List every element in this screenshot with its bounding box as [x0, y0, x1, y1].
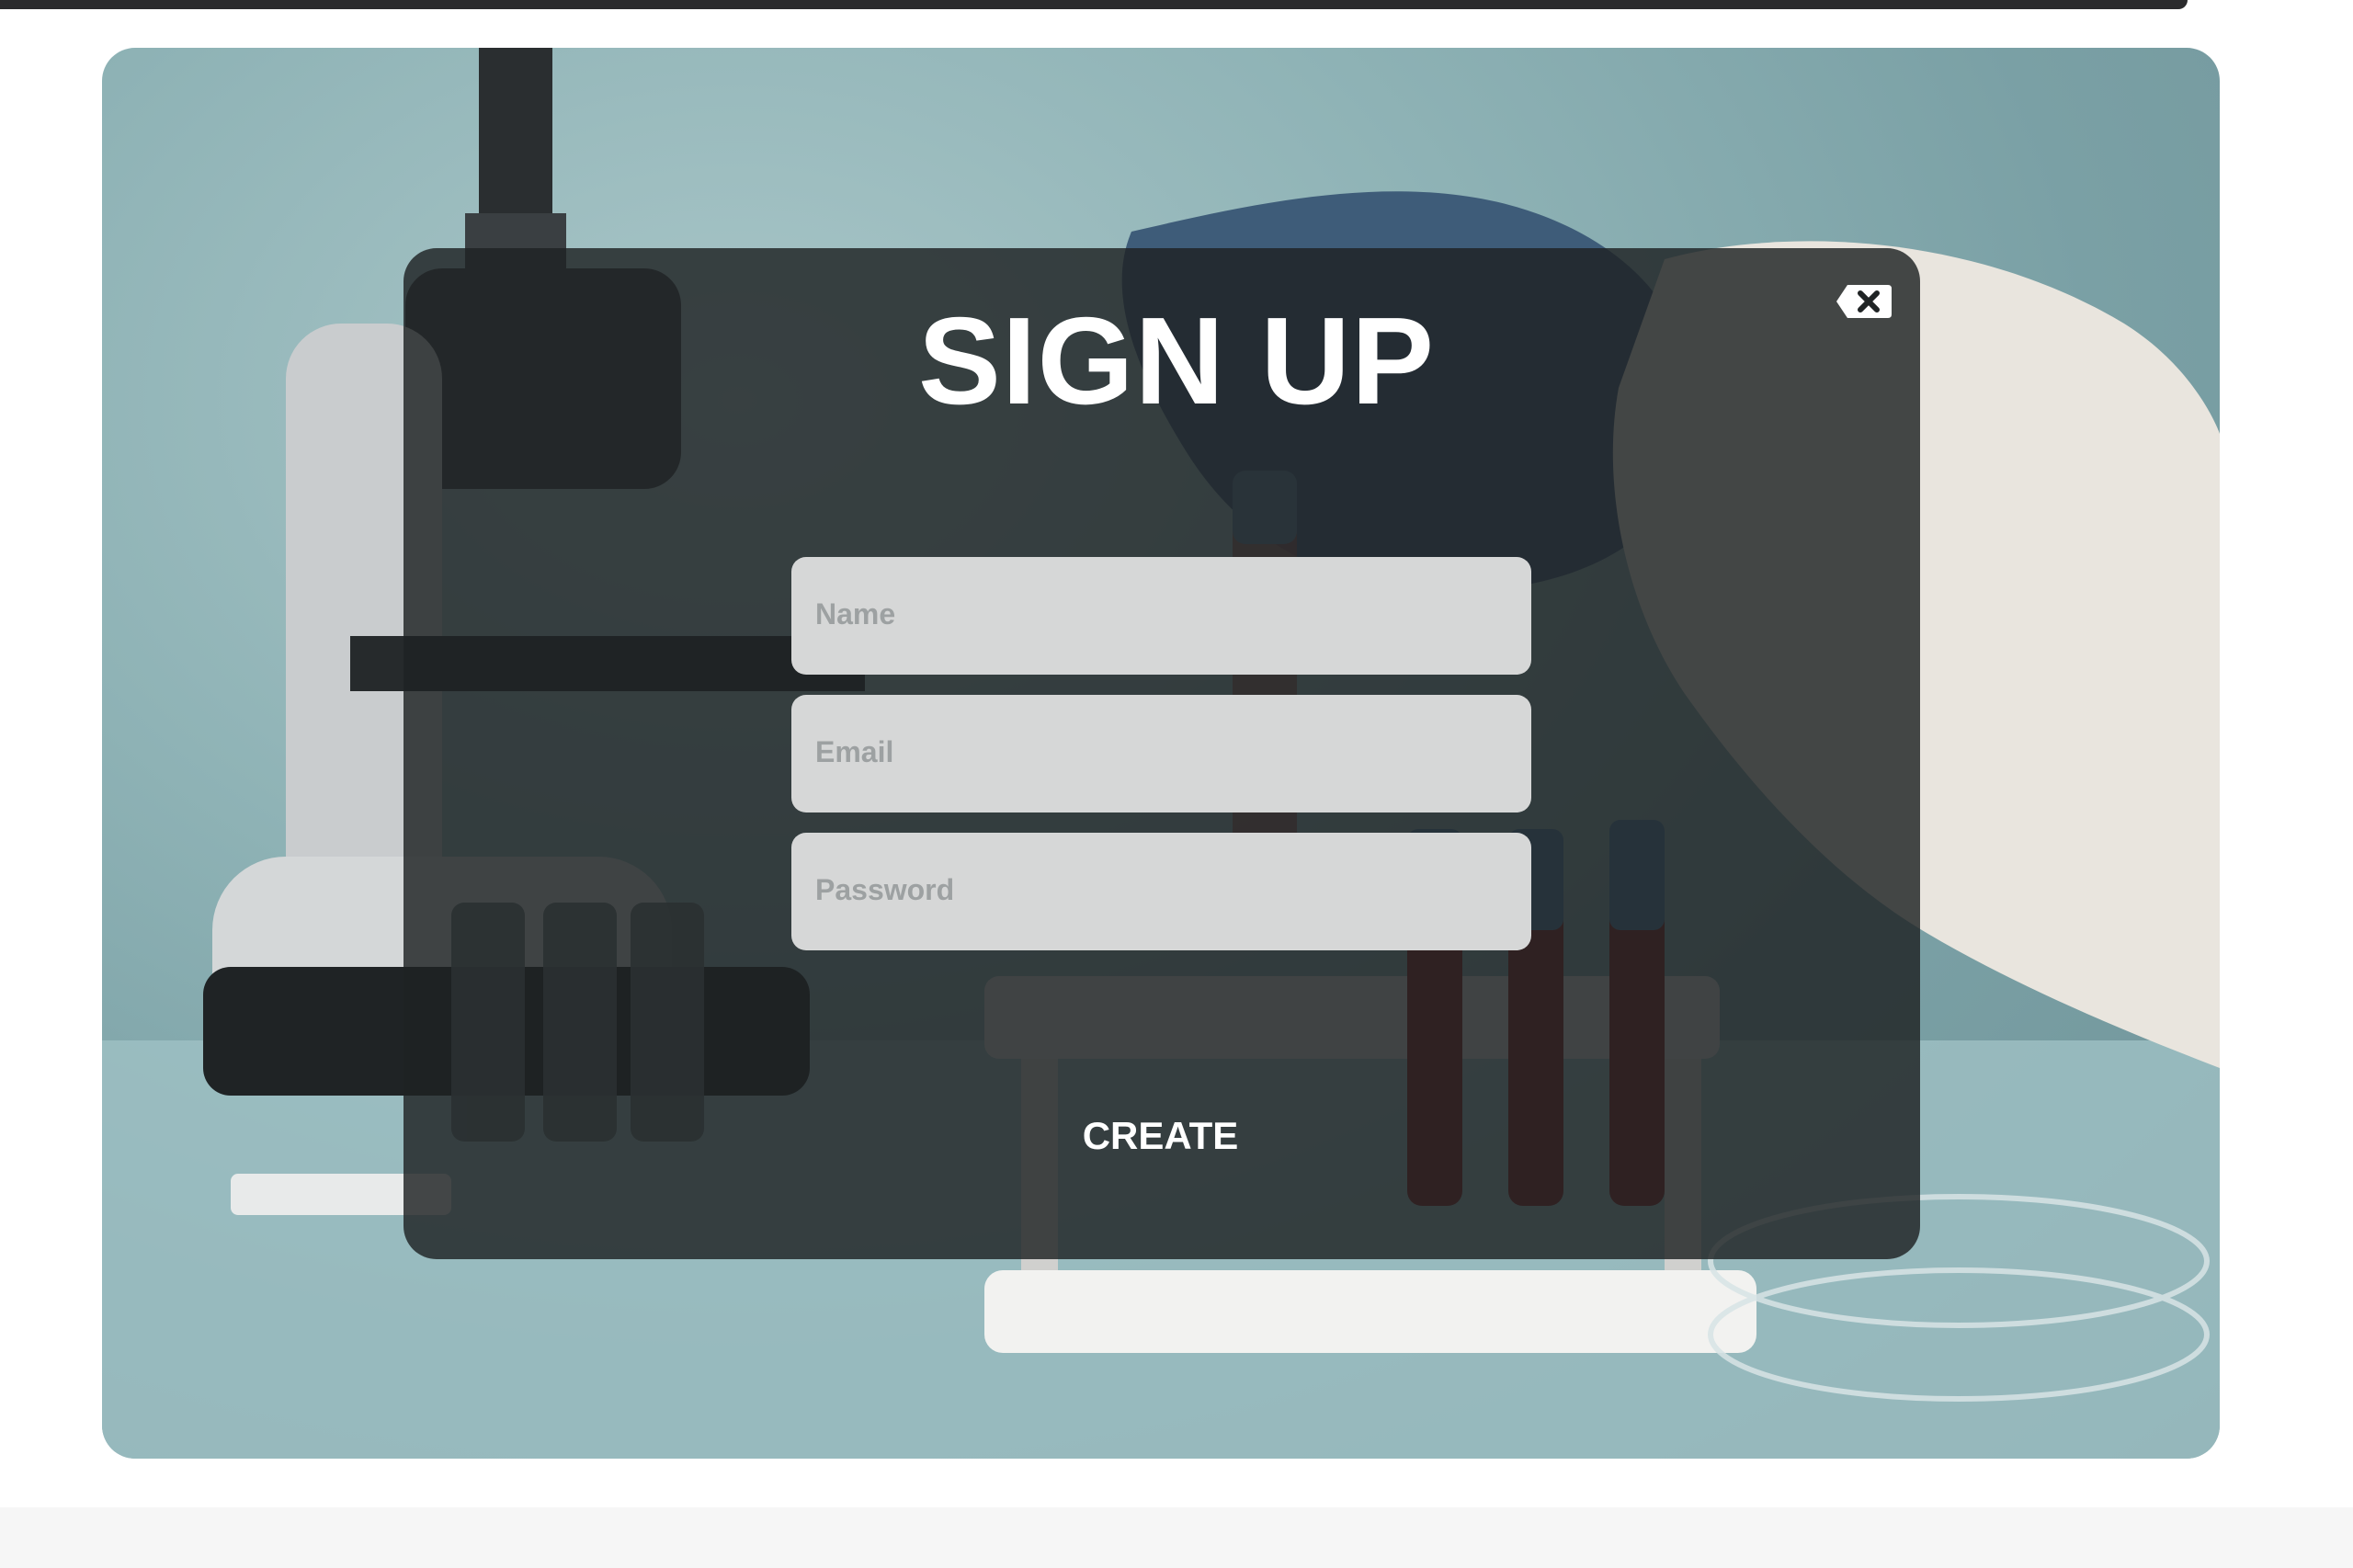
email-placeholder: Email: [815, 734, 894, 768]
create-button[interactable]: CREATE: [1039, 1103, 1282, 1169]
email-input[interactable]: Email: [791, 695, 1531, 812]
password-placeholder: Password: [815, 872, 955, 906]
browser-top-bar: [0, 0, 2353, 13]
close-button[interactable]: [1835, 281, 1895, 322]
close-x-icon: [1836, 285, 1892, 318]
signup-title: SIGN UP: [917, 291, 1436, 430]
name-input[interactable]: Name: [791, 557, 1531, 675]
password-input[interactable]: Password: [791, 833, 1531, 950]
page-bottom-band: [0, 1507, 2353, 1568]
browser-top-bar-strip: [0, 0, 2188, 9]
name-placeholder: Name: [815, 597, 896, 631]
